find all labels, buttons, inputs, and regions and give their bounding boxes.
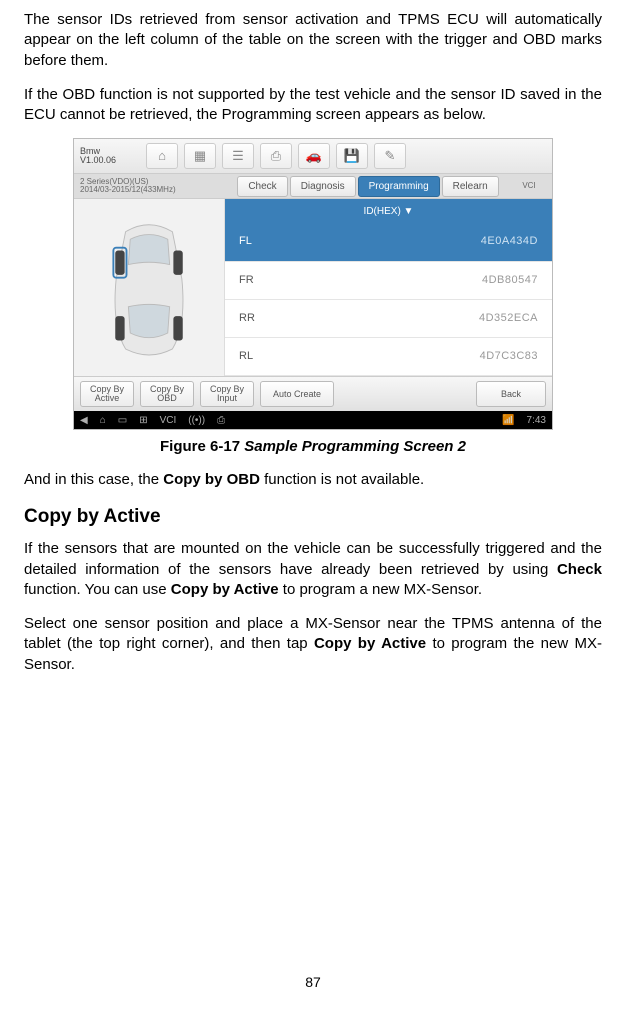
titlebar: Bmw V1.00.06 ⌂ ▦ ☰ ⎙ 🚗 💾 ✎ bbox=[74, 139, 552, 174]
data-area: ID(HEX) ▼ FL 4E0A434D FR 4DB80547 RR 4D3… bbox=[225, 199, 552, 376]
bold-term: Copy by Active bbox=[171, 581, 279, 598]
copy-by-active-button[interactable]: Copy By Active bbox=[80, 381, 134, 407]
auto-create-button[interactable]: Auto Create bbox=[260, 381, 334, 407]
save-icon[interactable]: 💾 bbox=[336, 143, 368, 169]
pos-label: RR bbox=[239, 311, 299, 326]
car-panel bbox=[74, 199, 225, 376]
clock-label: 7:43 bbox=[527, 414, 546, 428]
text: If the sensors that are mounted on the v… bbox=[24, 540, 602, 577]
sensor-row-fr[interactable]: FR 4DB80547 bbox=[225, 262, 552, 300]
print-icon[interactable]: ⎙ bbox=[260, 143, 292, 169]
pos-label: RL bbox=[239, 349, 299, 364]
vehicle-line2: 2014/03-2015/12(433MHz) bbox=[80, 186, 230, 194]
main-body: ID(HEX) ▼ FL 4E0A434D FR 4DB80547 RR 4D3… bbox=[74, 199, 552, 376]
back-button[interactable]: Back bbox=[476, 381, 546, 407]
grid-icon[interactable]: ▦ bbox=[184, 143, 216, 169]
paragraph: If the sensors that are mounted on the v… bbox=[24, 539, 602, 600]
copy-by-input-button[interactable]: Copy By Input bbox=[200, 381, 254, 407]
tab-diagnosis[interactable]: Diagnosis bbox=[290, 176, 356, 198]
nav-vci-icon[interactable]: VCI bbox=[160, 414, 177, 428]
text: And in this case, the bbox=[24, 471, 163, 488]
page-number: 87 bbox=[0, 973, 626, 992]
vci-indicator: VCI bbox=[506, 181, 552, 192]
text: function. You can use bbox=[24, 581, 171, 598]
sensor-id: 4DB80547 bbox=[299, 273, 538, 288]
text: function is not available. bbox=[260, 471, 424, 488]
paragraph: The sensor IDs retrieved from sensor act… bbox=[24, 10, 602, 71]
text: to program a new MX-Sensor. bbox=[279, 581, 482, 598]
footer-toolbar: Copy By Active Copy By OBD Copy By Input… bbox=[74, 376, 552, 411]
vehicle-info: 2 Series(VDO)(US) 2014/03-2015/12(433MHz… bbox=[74, 178, 230, 195]
paragraph: Select one sensor position and place a M… bbox=[24, 614, 602, 675]
brand-line2: V1.00.06 bbox=[80, 156, 140, 165]
section-heading: Copy by Active bbox=[24, 504, 602, 530]
figure-number: Figure 6-17 bbox=[160, 438, 244, 455]
wifi-icon: 📶 bbox=[502, 414, 514, 428]
system-bar: ◀ ⌂ ▭ ⊞ VCI ((•)) ⎙ 📶 7:43 bbox=[74, 411, 552, 429]
nav-apps-icon[interactable]: ⊞ bbox=[139, 414, 147, 428]
car-icon[interactable]: 🚗 bbox=[298, 143, 330, 169]
bold-term: Copy by Active bbox=[314, 635, 426, 652]
pos-label: FR bbox=[239, 273, 299, 288]
car-diagram-icon bbox=[89, 213, 209, 363]
subheader: 2 Series(VDO)(US) 2014/03-2015/12(433MHz… bbox=[74, 174, 552, 199]
nav-recent-icon[interactable]: ▭ bbox=[118, 414, 127, 428]
bold-term: Check bbox=[557, 561, 602, 578]
sensor-row-fl[interactable]: FL 4E0A434D bbox=[225, 223, 552, 261]
nav-back-icon[interactable]: ◀ bbox=[80, 414, 88, 428]
home-icon[interactable]: ⌂ bbox=[146, 143, 178, 169]
figure-caption: Figure 6-17 Sample Programming Screen 2 bbox=[24, 437, 602, 457]
tab-programming[interactable]: Programming bbox=[358, 176, 440, 198]
sensor-id: 4D352ECA bbox=[299, 311, 538, 326]
id-header[interactable]: ID(HEX) ▼ bbox=[225, 199, 552, 223]
brand-label: Bmw V1.00.06 bbox=[80, 147, 140, 166]
programming-screenshot: Bmw V1.00.06 ⌂ ▦ ☰ ⎙ 🚗 💾 ✎ 2 Series(VDO)… bbox=[74, 139, 552, 429]
pos-label: FL bbox=[239, 234, 299, 249]
paragraph: If the OBD function is not supported by … bbox=[24, 85, 602, 126]
tab-relearn[interactable]: Relearn bbox=[442, 176, 499, 198]
edit-icon[interactable]: ✎ bbox=[374, 143, 406, 169]
nav-screenshot-icon[interactable]: ⎙ bbox=[217, 414, 225, 428]
nav-tpms-icon[interactable]: ((•)) bbox=[188, 414, 205, 428]
sensor-row-rl[interactable]: RL 4D7C3C83 bbox=[225, 338, 552, 376]
tab-check[interactable]: Check bbox=[237, 176, 287, 198]
doc-icon[interactable]: ☰ bbox=[222, 143, 254, 169]
copy-by-obd-button[interactable]: Copy By OBD bbox=[140, 381, 194, 407]
tab-row: Check Diagnosis Programming Relearn bbox=[230, 176, 506, 198]
sensor-id: 4E0A434D bbox=[299, 234, 538, 249]
nav-home-icon[interactable]: ⌂ bbox=[100, 414, 106, 428]
paragraph: And in this case, the Copy by OBD functi… bbox=[24, 470, 602, 490]
bold-term: Copy by OBD bbox=[163, 471, 260, 488]
figure-title: Sample Programming Screen 2 bbox=[244, 438, 466, 455]
sensor-id: 4D7C3C83 bbox=[299, 349, 538, 364]
sensor-row-rr[interactable]: RR 4D352ECA bbox=[225, 300, 552, 338]
